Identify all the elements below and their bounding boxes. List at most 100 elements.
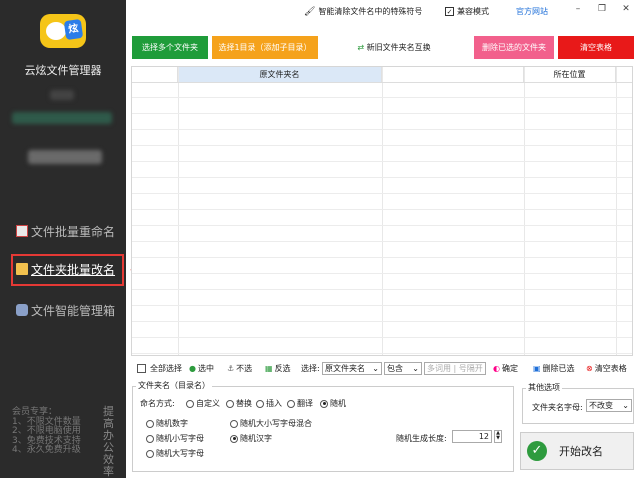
column-header-new-name[interactable] [382,67,524,82]
logo-badge-icon: 炫 [63,18,84,41]
sidebar: 炫 云炫文件管理器 文件批量重命名 文件夹批量改名 文件智能管理箱 会员专享： … [0,0,126,478]
table-row [132,82,632,98]
random-uppercase-radio[interactable]: 随机大写字母 [146,448,204,459]
random-mixed-case-radio[interactable]: 随机大小写字母混合 [230,418,312,429]
eraser-icon: ◐ [493,363,500,373]
start-rename-button[interactable]: ✓ 开始改名 [520,432,634,470]
radio-dot[interactable] [226,399,234,408]
field-select-wrap: 原文件夹名 ⌄ [322,360,382,376]
nav-item-folder-rename[interactable]: 文件夹批量改名 [16,258,115,280]
table-row [132,242,632,258]
check-circle-icon: ● [189,363,196,373]
table-row [132,274,632,290]
column-header-extra [616,67,632,82]
blurred-user-info [12,112,112,124]
length-label: 随机生成长度: [396,434,447,443]
nav-item-smart-manager[interactable]: 文件智能管理箱 [16,299,115,321]
field-select[interactable]: 原文件夹名 ⌄ [322,361,382,375]
selection-toolbar: 全部选择 ● 选中 ⚓ 不选 ▦ 反选 选择: 原文件夹名 ⌄ 包含 ⌄ 多词用… [131,360,636,376]
keyword-input[interactable]: 多词用 | 号隔开 [424,361,486,375]
select-folders-button[interactable]: 选择多个文件夹 [132,36,208,59]
mode-select-wrap: 包含 ⌄ [384,360,422,376]
invert-button[interactable]: ▦ 反选 [265,360,291,376]
delete-icon: ▣ [533,363,541,373]
table-row [132,162,632,178]
logo-face-icon [46,22,66,40]
radio-dot[interactable] [146,419,154,428]
radio-dot[interactable] [146,449,154,458]
mode-custom-radio[interactable]: 自定义 [186,398,220,409]
mode-select[interactable]: 包含 ⌄ [384,361,422,375]
keyword-input-wrap: 多词用 | 号隔开 [424,360,486,376]
choose-label: 选择: [301,363,320,373]
app-name: 云炫文件管理器 [24,64,102,77]
random-digits-radio[interactable]: 随机数字 [146,418,188,429]
clear-table-small-button[interactable]: ⊗ 清空表格 [586,360,627,376]
brush-icon: 🖌 [304,6,316,17]
mode-random-radio[interactable]: 随机 [320,398,346,409]
table-row [132,258,632,274]
slogan: 提高办公效率 [103,405,114,478]
radio-dot[interactable] [146,434,154,443]
radio-dot[interactable] [186,399,194,408]
blurred-user-info [50,90,74,100]
minimize-button[interactable]: – [569,4,587,18]
radio-dot[interactable] [320,399,328,408]
random-chinese-radio[interactable]: 随机汉字 [230,433,272,444]
delete-selected-folders-button[interactable]: 删除已选的文件夹 [474,36,554,59]
length-input[interactable]: 12 [452,430,492,443]
table-row [132,98,632,114]
table-row [132,194,632,210]
mode-insert-radio[interactable]: 插入 [256,398,282,409]
mode-replace-radio[interactable]: 替换 [226,398,252,409]
blurred-user-info [28,150,102,164]
close-button[interactable]: ✕ [617,4,635,18]
clear-table-button[interactable]: 清空表格 [558,36,634,59]
checkbox-box[interactable] [137,363,146,373]
checkmark-icon: ✓ [527,441,547,461]
mode-translate-radio[interactable]: 翻译 [287,398,313,409]
table-row [132,290,632,306]
nav-item-file-rename[interactable]: 文件批量重命名 [16,220,115,242]
case-label: 文件夹名字母: [532,403,583,412]
radio-dot[interactable] [256,399,264,408]
folder-table[interactable]: 原文件夹名 所在位置 [131,66,633,356]
swap-icon: ⇄ [357,43,367,52]
clear-icon: ⊗ [586,363,593,373]
radio-dot[interactable] [230,434,238,443]
special-chars-link[interactable]: 🖌 智能清除文件名中的特殊符号 [304,6,422,17]
column-header-original-name[interactable]: 原文件夹名 [178,67,382,82]
case-select-wrap: 不改变 ⌄ [586,399,632,412]
chevron-down-icon: ⌄ [372,363,379,373]
chevron-down-icon: ⌄ [412,363,419,373]
column-header-location[interactable]: 所在位置 [524,67,616,82]
unselect-button[interactable]: ⚓ 不选 [227,360,252,376]
compat-checkbox[interactable]: ✓ [445,7,454,16]
compat-mode-checkbox[interactable]: ✓ 兼容模式 [445,6,489,17]
table-row [132,130,632,146]
table-row [132,338,632,354]
radio-dot[interactable] [230,419,238,428]
select-all-checkbox[interactable]: 全部选择 [137,360,182,376]
select-subdir-button[interactable]: 选择1目录（添加子目录） [212,36,318,59]
table-row [132,114,632,130]
table-row [132,226,632,242]
confirm-button[interactable]: ◐ 确定 [493,360,518,376]
length-stepper[interactable]: 12 ▲ ▼ [452,430,502,443]
member-benefits: 会员专享： 1、不限文件数量 2、不限电脑使用 3、免费技术支持 4、永久免费升… [12,407,81,455]
case-select[interactable]: 不改变 ⌄ [586,399,632,412]
table-row [132,322,632,338]
random-lowercase-radio[interactable]: 随机小写字母 [146,433,204,444]
restore-button[interactable]: ❐ [593,4,611,18]
official-website-link[interactable]: 官方网站 [516,6,548,17]
radio-dot[interactable] [287,399,295,408]
table-row [132,178,632,194]
select-button[interactable]: ● 选中 [189,360,214,376]
stepper-arrows-icon[interactable]: ▲ ▼ [494,430,502,443]
swap-names-button[interactable]: ⇄ 新旧文件夹名互换 [350,36,438,59]
app-logo: 炫 [40,14,86,48]
title-bar: 🖌 智能清除文件名中的特殊符号 ✓ 兼容模式 官方网站 – ❐ ✕ [126,0,642,24]
toolbox-icon [16,304,28,316]
chevron-down-icon: ⌄ [622,401,629,410]
delete-selected-button[interactable]: ▣ 删除已选 [533,360,575,376]
